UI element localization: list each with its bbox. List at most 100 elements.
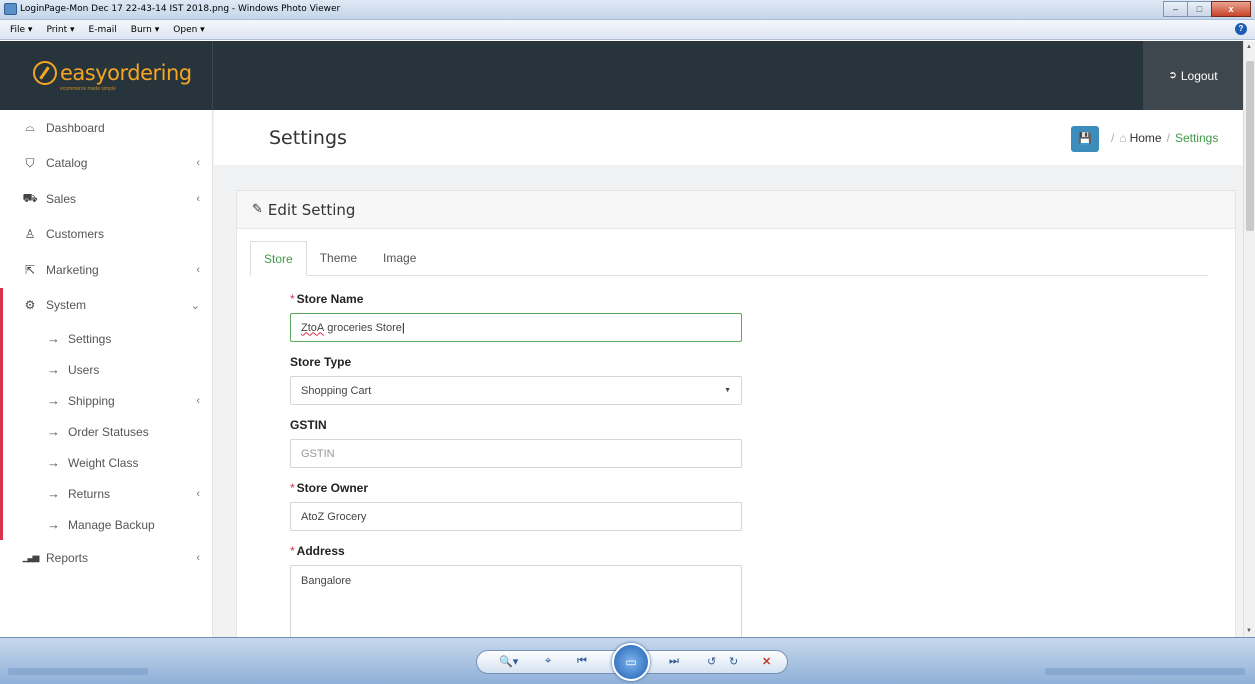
save-button[interactable]: 💾 [1071,126,1099,152]
address-group: * Address Bangalore [290,543,750,637]
sidebar-subitem-shipping[interactable]: → Shipping ‹ [3,385,212,416]
store-owner-field[interactable]: AtoZ Grocery [290,502,742,531]
store-form: * Store Name ZtoA groceries Store | Store … [290,291,750,637]
logout-button[interactable]: ➲ Logout [1143,41,1243,110]
sidebar-item-dashboard[interactable]: ⌓ Dashboard [0,110,212,146]
rotate-right-icon[interactable]: ↻ [729,655,738,668]
sidebar-subitem-label: Manage Backup [68,517,155,532]
sidebar-item-label: Catalog [46,156,88,171]
brand-tagline: ecommerce made simple [60,86,116,92]
gstin-label: GSTIN [290,418,327,432]
sidebar-subitem-label: Settings [68,331,112,346]
logo-icon [33,61,57,85]
photo-viewer-icon [4,3,17,15]
slideshow-button[interactable]: ▭ [612,643,650,681]
menu-burn[interactable]: Burn ▾ [131,25,160,35]
store-owner-group: * Store Owner AtoZ Grocery [290,480,750,531]
maximize-button[interactable]: □ [1187,1,1212,17]
sidebar-subitem-returns[interactable]: → Returns ‹ [3,478,212,509]
sidebar: ⌓ Dashboard ⛉ Catalog ‹ ⛟ Sales ‹ ♙ Cust… [0,110,213,637]
required-marker: * [290,544,295,558]
store-type-group: Store Type Shopping Cart ▼ [290,354,750,405]
store-type-label: Store Type [290,355,352,369]
breadcrumb-home[interactable]: Home [1130,131,1162,145]
sidebar-subitem-label: Returns [68,486,111,501]
sidebar-subitem-label: Weight Class [68,455,139,470]
sidebar-item-label: System [46,298,87,313]
dashboard-icon: ⌓ [25,120,35,135]
sidebar-subitem-weight-class[interactable]: → Weight Class [3,447,212,478]
save-icon: 💾 [1078,133,1092,145]
chevron-down-icon: ⌄ [190,299,200,312]
tab-theme[interactable]: Theme [307,241,370,276]
sidebar-subitem-manage-backup[interactable]: → Manage Backup [3,509,212,540]
settings-tabs: Store Theme Image [250,241,1208,276]
arrow-right-icon: → [47,331,60,346]
topbar: easyordering ecommerce made simple ➲ Log… [0,41,1243,110]
rotate-left-icon[interactable]: ↺ [707,655,716,668]
sidebar-subitem-label: Order Statuses [68,424,149,439]
address-textarea[interactable]: Bangalore [290,565,742,637]
arrow-right-icon: → [47,517,60,532]
menu-print[interactable]: Print ▾ [46,25,74,35]
chevron-left-icon: ‹ [196,192,200,205]
zoom-icon[interactable]: 🔍▾ [499,655,518,668]
panel-header: ✎ Edit Setting [237,191,1235,229]
minimize-button[interactable]: – [1163,1,1188,17]
sidebar-subitem-settings[interactable]: → Settings [3,323,212,354]
page-scrollbar[interactable]: ▲ ▼ [1243,41,1255,637]
help-icon[interactable]: ? [1235,23,1247,35]
store-type-select[interactable]: Shopping Cart ▼ [290,376,742,405]
sidebar-item-label: Sales [46,191,77,206]
sidebar-item-catalog[interactable]: ⛉ Catalog ‹ [0,146,212,182]
tab-store[interactable]: Store [250,241,307,276]
scroll-thumb[interactable] [1246,61,1254,231]
chevron-left-icon: ‹ [196,263,200,276]
gear-icon: ⚙ [24,298,36,313]
store-owner-label: * Store Owner [290,481,369,495]
store-name-group: * Store Name ZtoA groceries Store | [290,291,750,342]
viewer-titlebar: LoginPage-Mon Dec 17 22-43-14 IST 2018.p… [0,0,1255,20]
breadcrumb-separator: / [1111,131,1115,145]
sidebar-item-reports[interactable]: ▁▃▅ Reports ‹ [0,540,212,576]
sidebar-item-label: Customers [46,227,105,242]
sidebar-subitem-order-statuses[interactable]: → Order Statuses [3,416,212,447]
previous-icon[interactable]: ⏮ [577,655,587,668]
page-title: Settings [269,127,347,149]
logout-label: Logout [1180,68,1218,83]
delete-icon[interactable]: ✕ [762,655,771,668]
chevron-left-icon: ‹ [196,487,200,500]
brand-logo[interactable]: easyordering [33,61,192,85]
arrow-right-icon: → [47,455,60,470]
menu-open[interactable]: Open ▾ [173,25,204,35]
main-content: Settings 💾 / ⌂ Home / Settings ✎ Edit Se… [214,110,1243,637]
gstin-group: GSTIN GSTIN [290,417,750,468]
sidebar-item-label: Reports [46,550,89,565]
store-name-label: * Store Name [290,292,364,306]
menu-email[interactable]: E-mail [89,25,117,35]
breadcrumb-current[interactable]: Settings [1175,131,1218,145]
menu-file[interactable]: File ▾ [10,25,32,35]
close-window-button[interactable]: x [1211,1,1251,17]
arrow-right-icon: → [47,393,60,408]
actual-size-icon[interactable]: ⌖ [545,655,551,668]
bar-chart-icon: ▁▃▅ [22,552,40,563]
viewer-toolbar: 🔍▾ ⌖ ⏮ ▭ ⏭ ↺ ↻ ✕ [0,637,1255,684]
tab-image[interactable]: Image [370,241,429,276]
gstin-field[interactable]: GSTIN [290,439,742,468]
next-icon[interactable]: ⏭ [669,655,679,668]
sidebar-item-sales[interactable]: ⛟ Sales ‹ [0,181,212,217]
chevron-left-icon: ‹ [196,157,200,170]
store-name-field[interactable]: ZtoA groceries Store | [290,313,742,342]
sidebar-item-system[interactable]: ⚙ System ⌄ [3,288,212,324]
scroll-down-icon[interactable]: ▼ [1246,628,1252,634]
scroll-up-icon[interactable]: ▲ [1246,44,1252,50]
chevron-left-icon: ‹ [196,394,200,407]
required-marker: * [290,481,295,495]
sidebar-subitem-users[interactable]: → Users [3,354,212,385]
viewer-controls: 🔍▾ ⌖ ⏮ ▭ ⏭ ↺ ↻ ✕ [476,643,788,681]
sidebar-item-marketing[interactable]: ⇱ Marketing ‹ [0,252,212,288]
catalog-icon: ⛉ [25,155,35,170]
store-type-value: Shopping Cart [301,384,372,397]
sidebar-item-customers[interactable]: ♙ Customers [0,217,212,253]
